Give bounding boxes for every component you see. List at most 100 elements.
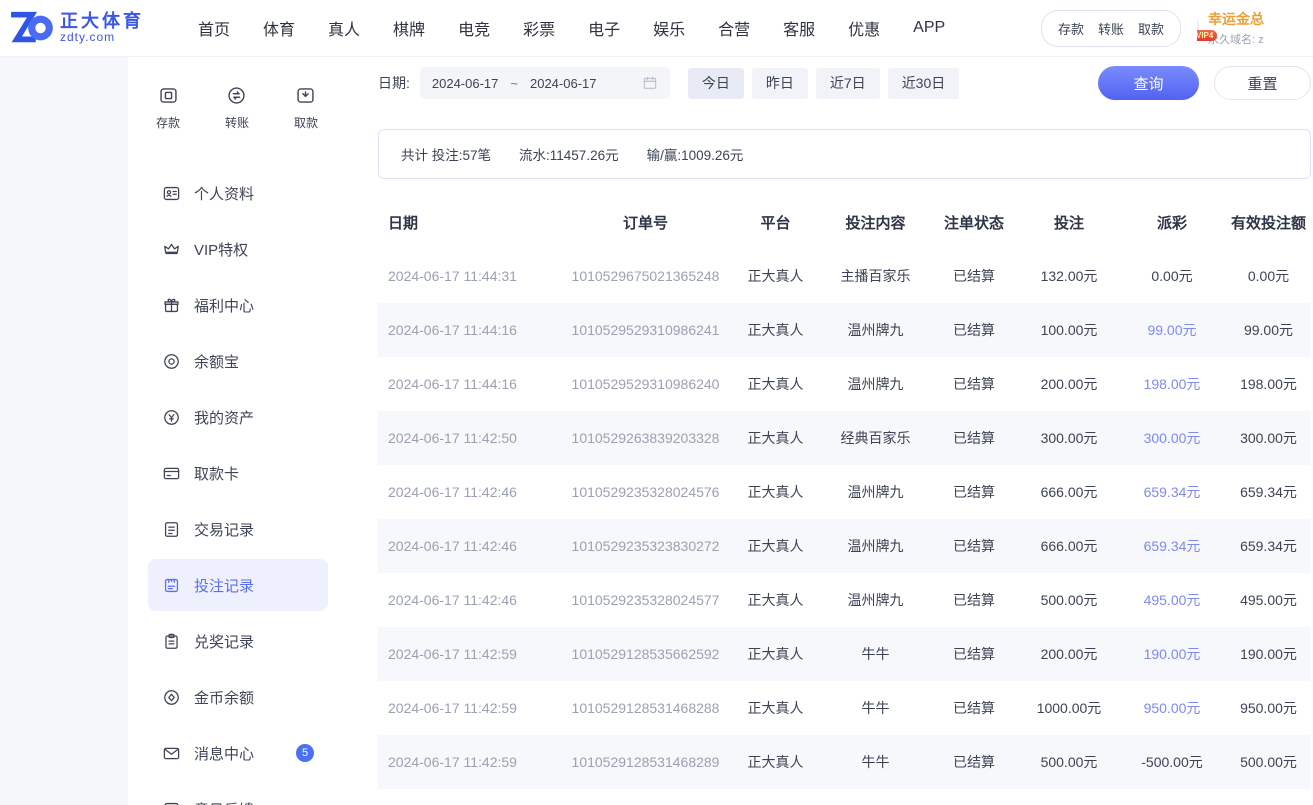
column-header-2: 订单号 <box>563 212 728 233</box>
range-button-2[interactable]: 昨日 <box>752 68 808 99</box>
range-button-4[interactable]: 近30日 <box>888 68 960 99</box>
cell-platform: 正大真人 <box>728 482 823 502</box>
cell-payout: 495.00元 <box>1118 590 1226 610</box>
nav-item-11[interactable]: 优惠 <box>848 16 880 40</box>
table-row: 2024-06-17 11:42:461010529235328024576正大… <box>378 465 1311 519</box>
cell-content: 牛牛 <box>823 698 928 718</box>
cell-order: 1010529263839203328 <box>563 430 728 446</box>
table-row: 2024-06-17 11:42:591010529128535662592正大… <box>378 627 1311 681</box>
profile-icon <box>162 184 181 203</box>
column-header-6: 投注 <box>1020 212 1118 233</box>
nav-item-1[interactable]: 首页 <box>198 16 230 40</box>
filter-bar: 日期: 2024-06-17 ~ 2024-06-17 今日昨日近7日近30日 … <box>378 65 1311 101</box>
nav-item-9[interactable]: 合营 <box>718 16 750 40</box>
quick-action-2[interactable]: 转账 <box>225 85 249 131</box>
transfer-icon <box>226 85 247 106</box>
header-quick-link-3[interactable]: 取款 <box>1138 19 1164 38</box>
cell-status: 已结算 <box>928 752 1020 772</box>
cell-content: 经典百家乐 <box>823 428 928 448</box>
user-block[interactable]: VIP4 幸运金总 永久域名: z <box>1197 9 1303 47</box>
transactions-icon <box>162 520 181 539</box>
range-button-3[interactable]: 近7日 <box>816 68 880 99</box>
welfare-icon <box>162 296 181 315</box>
main-nav: 首页 体育 真人 棋牌 电竞 彩票 电子 娱乐 合营 客服 优惠 APP <box>198 16 1041 40</box>
sidebar-item-4[interactable]: 余额宝 <box>148 335 328 387</box>
table-row: 2024-06-17 11:42:461010529235323830272正大… <box>378 519 1311 573</box>
deposit-icon <box>158 85 179 106</box>
reset-button[interactable]: 重置 <box>1214 66 1311 100</box>
range-button-1[interactable]: 今日 <box>688 68 744 99</box>
cell-status: 已结算 <box>928 428 1020 448</box>
quick-action-label: 存款 <box>156 114 180 131</box>
nav-item-7[interactable]: 电子 <box>588 16 620 40</box>
vip-icon <box>162 240 181 259</box>
nav-item-2[interactable]: 体育 <box>263 16 295 40</box>
nav-item-6[interactable]: 彩票 <box>523 16 555 40</box>
nav-item-5[interactable]: 电竞 <box>458 16 490 40</box>
query-button[interactable]: 查询 <box>1098 66 1199 100</box>
cell-content: 主播百家乐 <box>823 266 928 286</box>
sidebar-item-10[interactable]: 金币余额 <box>148 671 328 723</box>
sidebar-item-3[interactable]: 福利中心 <box>148 279 328 331</box>
sidebar-item-8[interactable]: 投注记录 <box>148 559 328 611</box>
messages-icon <box>162 744 181 763</box>
cell-content: 温州牌九 <box>823 590 928 610</box>
quick-action-3[interactable]: 取款 <box>294 85 318 131</box>
cell-platform: 正大真人 <box>728 644 823 664</box>
cell-order: 1010529675021365248 <box>563 268 728 284</box>
sidebar-quick-actions: 存款 转账取款 <box>138 73 338 153</box>
header-right: 存款转账取款 VIP4 幸运金总 永久域名: z <box>1041 9 1303 47</box>
table-row: 2024-06-17 11:42:461010529235328024577正大… <box>378 573 1311 627</box>
summary-part-3: 输/赢:1009.26元 <box>647 144 744 164</box>
table-row: 2024-06-17 11:42:591010529128531468289正大… <box>378 735 1311 789</box>
column-header-8: 有效投注额 <box>1226 212 1311 233</box>
sidebar-item-9[interactable]: 兑奖记录 <box>148 615 328 667</box>
sidebar-item-2[interactable]: VIP特权 <box>148 223 328 275</box>
top-header: 正大体育 zdty.com 首页体育真人棋牌电竞彩票电子娱乐合营客服优惠APP … <box>0 0 1313 57</box>
cell-date: 2024-06-17 11:42:46 <box>378 592 563 608</box>
table-row: 2024-06-17 11:44:311010529675021365248正大… <box>378 249 1311 303</box>
nav-item-3[interactable]: 真人 <box>328 16 360 40</box>
cell-bet: 500.00元 <box>1020 752 1118 772</box>
cell-payout: 99.00元 <box>1118 320 1226 340</box>
date-label: 日期: <box>378 73 410 93</box>
table-row: 2024-06-17 11:42:591010529128531468288正大… <box>378 681 1311 735</box>
sidebar-item-label: 投注记录 <box>194 575 254 596</box>
cell-status: 已结算 <box>928 698 1020 718</box>
cell-valid: 99.00元 <box>1226 320 1311 340</box>
nav-item-10[interactable]: 客服 <box>783 16 815 40</box>
header-quick-link-1[interactable]: 存款 <box>1058 19 1084 38</box>
sidebar-item-5[interactable]: 我的资产 <box>148 391 328 443</box>
table-header: 日期订单号平台投注内容注单状态投注派彩有效投注额 <box>378 195 1311 249</box>
date-start: 2024-06-17 <box>432 76 499 91</box>
brand-logo[interactable]: 正大体育 zdty.com <box>8 9 170 47</box>
cell-platform: 正大真人 <box>728 428 823 448</box>
sidebar-item-label: 金币余额 <box>194 687 254 708</box>
app: 正大体育 zdty.com 首页体育真人棋牌电竞彩票电子娱乐合营客服优惠APP … <box>0 0 1313 805</box>
quick-action-1[interactable]: 存款 <box>156 85 180 131</box>
cell-status: 已结算 <box>928 266 1020 286</box>
sidebar-item-1[interactable]: 个人资料 <box>148 167 328 219</box>
nav-item-12[interactable]: APP <box>913 19 945 37</box>
cell-platform: 正大真人 <box>728 590 823 610</box>
cell-payout: 300.00元 <box>1118 428 1226 448</box>
cell-status: 已结算 <box>928 536 1020 556</box>
nav-item-8[interactable]: 娱乐 <box>653 16 685 40</box>
header-quick-link-2[interactable]: 转账 <box>1098 19 1124 38</box>
cell-date: 2024-06-17 11:44:16 <box>378 376 563 392</box>
cell-payout: 198.00元 <box>1118 374 1226 394</box>
date-separator: ~ <box>510 76 518 91</box>
sidebar-item-7[interactable]: 交易记录 <box>148 503 328 555</box>
nav-item-4[interactable]: 棋牌 <box>393 16 425 40</box>
sidebar-item-11[interactable]: 消息中心5 <box>148 727 328 779</box>
cell-content: 牛牛 <box>823 644 928 664</box>
date-range-input[interactable]: 2024-06-17 ~ 2024-06-17 <box>420 67 670 99</box>
cell-content: 温州牌九 <box>823 536 928 556</box>
cell-payout: 190.00元 <box>1118 644 1226 664</box>
summary-box: 共计 投注:57笔流水:11457.26元输/赢:1009.26元 <box>378 129 1311 179</box>
brand-domain: zdty.com <box>60 31 144 44</box>
calendar-icon[interactable] <box>642 75 658 91</box>
withdraw-icon <box>295 85 316 106</box>
sidebar-item-6[interactable]: 取款卡 <box>148 447 328 499</box>
sidebar-item-12[interactable]: 意见反馈 <box>148 783 328 805</box>
